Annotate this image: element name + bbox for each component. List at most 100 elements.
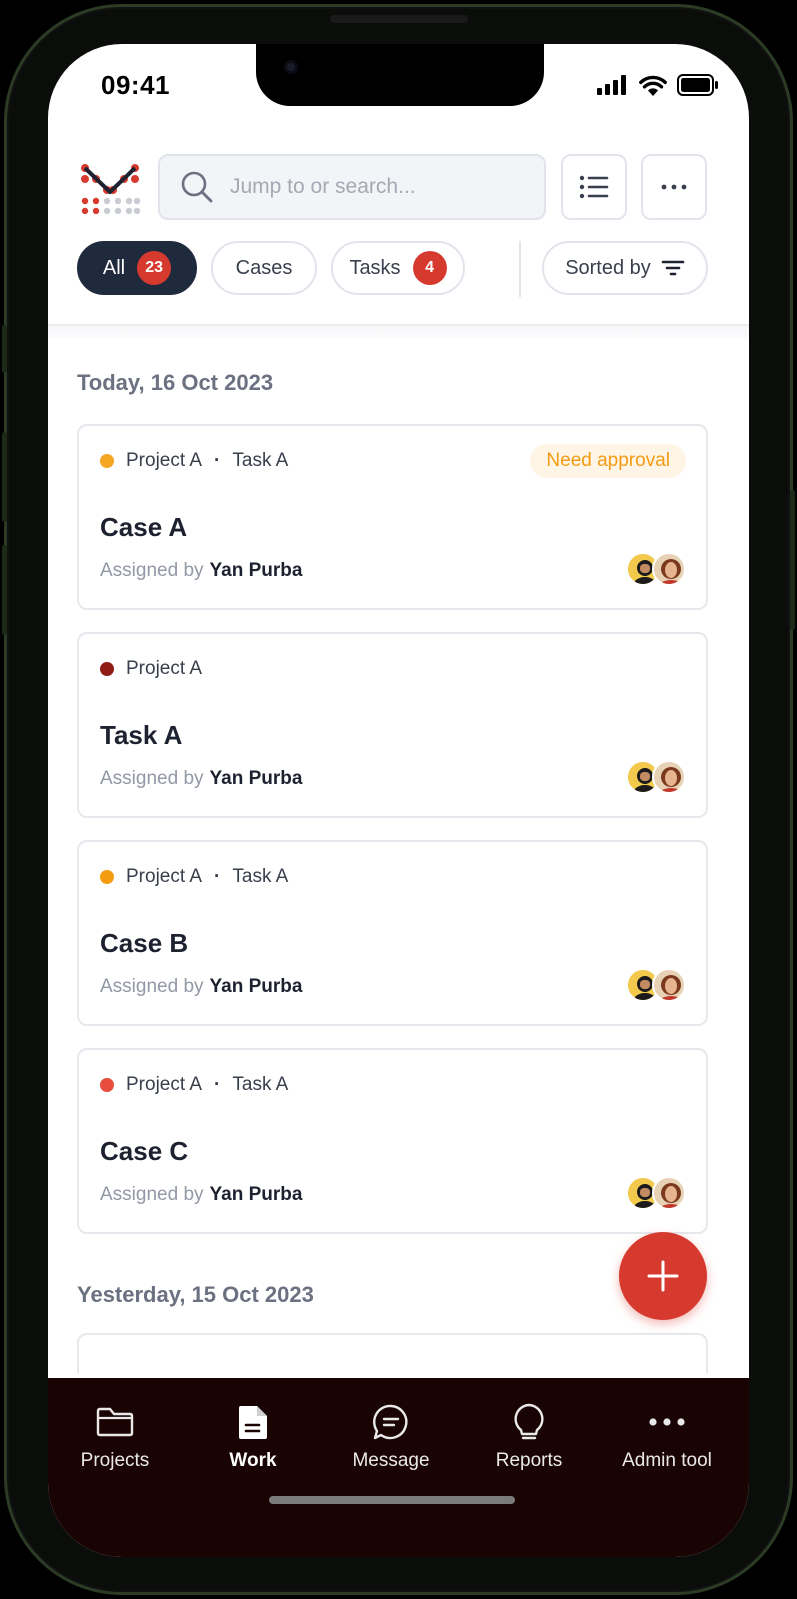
filter-chip-all[interactable]: All 23 xyxy=(77,241,197,295)
nav-item-message[interactable]: Message xyxy=(321,1378,461,1488)
work-item-card[interactable]: Project A · Task A Need approval Case A … xyxy=(77,424,708,610)
assigned-prefix: Assigned by xyxy=(100,976,204,997)
home-indicator[interactable] xyxy=(269,1496,515,1504)
list-view-button[interactable] xyxy=(561,154,627,220)
search-input[interactable] xyxy=(230,175,530,199)
list-icon xyxy=(579,175,609,199)
status-bar: 09:41 xyxy=(48,44,749,124)
section-date-header: Yesterday, 15 Oct 2023 xyxy=(77,1282,314,1307)
count-badge: 4 xyxy=(412,251,447,285)
card-title: Case B xyxy=(100,928,189,958)
more-dots-icon xyxy=(649,1404,685,1440)
assigned-by: Assigned by Yan Purba xyxy=(100,768,302,790)
status-badge: Need approval xyxy=(530,444,686,478)
avatar xyxy=(652,552,686,586)
assigned-by: Assigned by Yan Purba xyxy=(100,560,302,582)
nav-item-reports[interactable]: Reports xyxy=(459,1378,599,1488)
status-dot xyxy=(100,662,114,676)
app-screen: 09:41 Jump to or search... All 23 Cases … xyxy=(48,44,749,1557)
project-name: Project A xyxy=(126,450,203,471)
project-name: Project A xyxy=(126,1074,203,1095)
document-icon xyxy=(237,1404,269,1440)
work-item-card[interactable]: Project A · Task A Case C Assigned by Yan… xyxy=(77,1048,708,1234)
filter-chip-cases[interactable]: Cases xyxy=(211,241,317,295)
chat-icon xyxy=(372,1404,410,1440)
header-separator xyxy=(48,324,749,338)
card-title: Case C xyxy=(100,1136,189,1166)
assignee-name: Yan Purba xyxy=(209,560,303,581)
status-icons xyxy=(597,74,719,96)
sort-icon xyxy=(661,260,685,276)
bottom-nav: Projects Work Message Reports Admin tool xyxy=(48,1378,749,1557)
assigned-by: Assigned by Yan Purba xyxy=(100,1184,302,1206)
avatar xyxy=(652,968,686,1002)
project-name: Project A xyxy=(126,866,203,887)
folder-icon xyxy=(96,1404,134,1440)
meta-separator: · xyxy=(214,1074,221,1095)
task-name: Task A xyxy=(232,866,289,887)
nav-label: Projects xyxy=(80,1450,150,1471)
meta-separator: · xyxy=(214,450,221,471)
avatar-group xyxy=(626,552,686,588)
filter-chip-label: All xyxy=(102,256,126,279)
card-meta: Project A · Task A xyxy=(100,1074,288,1096)
sort-button[interactable]: Sorted by xyxy=(542,241,708,295)
phone-side-button xyxy=(2,325,7,373)
work-item-card[interactable]: Project A Task A Assigned by Yan Purba xyxy=(77,632,708,818)
task-name: Task A xyxy=(232,1074,289,1095)
lightbulb-icon xyxy=(512,1403,546,1440)
card-title: Case A xyxy=(100,512,188,542)
phone-speaker xyxy=(330,15,468,23)
filter-chip-label: Tasks xyxy=(349,256,401,279)
search-icon xyxy=(181,171,213,203)
card-title: Task A xyxy=(100,720,183,750)
nav-label: Admin tool xyxy=(622,1450,712,1471)
assignee-name: Yan Purba xyxy=(209,768,303,789)
assigned-by: Assigned by Yan Purba xyxy=(100,976,302,998)
count-badge: 23 xyxy=(137,251,172,285)
battery-icon xyxy=(677,74,718,96)
avatar-group xyxy=(626,760,686,796)
status-dot xyxy=(100,1078,114,1092)
phone-side-button xyxy=(2,432,7,522)
wifi-icon xyxy=(639,75,667,96)
avatar-group xyxy=(626,968,686,1004)
search-box[interactable] xyxy=(158,154,546,220)
nav-item-admin-tool[interactable]: Admin tool xyxy=(597,1378,737,1488)
card-meta: Project A xyxy=(100,658,202,680)
task-name: Task A xyxy=(232,450,289,471)
status-dot xyxy=(100,870,114,884)
project-name: Project A xyxy=(126,658,203,679)
app-logo xyxy=(81,164,141,214)
nav-label: Reports xyxy=(495,1450,563,1471)
nav-label: Message xyxy=(352,1450,430,1471)
plus-icon xyxy=(647,1260,679,1292)
status-time: 09:41 xyxy=(101,70,170,100)
filter-divider xyxy=(519,241,521,297)
phone-side-button xyxy=(790,490,795,630)
status-dot xyxy=(100,454,114,468)
assigned-prefix: Assigned by xyxy=(100,560,204,581)
avatar-group xyxy=(626,1176,686,1212)
section-date-header: Today, 16 Oct 2023 xyxy=(77,370,274,395)
assigned-prefix: Assigned by xyxy=(100,1184,204,1205)
add-button[interactable] xyxy=(619,1232,707,1320)
assigned-prefix: Assigned by xyxy=(100,768,204,789)
filter-chip-tasks[interactable]: Tasks 4 xyxy=(331,241,465,295)
work-item-card[interactable]: Project A · Task A Case B Assigned by Yan… xyxy=(77,840,708,1026)
work-item-card[interactable] xyxy=(77,1333,708,1373)
assignee-name: Yan Purba xyxy=(209,976,303,997)
more-horizontal-icon xyxy=(661,184,687,190)
phone-side-button xyxy=(2,545,7,635)
assignee-name: Yan Purba xyxy=(209,1184,303,1205)
filter-chip-label: Cases xyxy=(235,256,293,279)
avatar xyxy=(652,1176,686,1210)
card-meta: Project A · Task A xyxy=(100,450,288,472)
nav-item-work[interactable]: Work xyxy=(183,1378,323,1488)
more-options-button[interactable] xyxy=(641,154,707,220)
card-meta: Project A · Task A xyxy=(100,866,288,888)
meta-separator: · xyxy=(214,866,221,887)
sort-label: Sorted by xyxy=(565,256,651,279)
nav-item-projects[interactable]: Projects xyxy=(48,1378,185,1488)
nav-label: Work xyxy=(229,1450,277,1471)
